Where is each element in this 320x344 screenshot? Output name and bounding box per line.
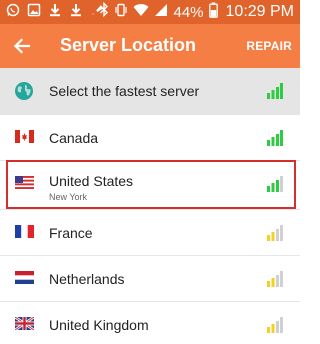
signal-strength-icon	[267, 317, 283, 333]
list-item-united-kingdom[interactable]: United Kingdom	[0, 302, 300, 344]
page-title: Server Location	[60, 35, 197, 55]
list-item-france[interactable]: France	[0, 210, 300, 256]
canada-flag-icon	[15, 130, 34, 143]
wifi-icon	[133, 3, 149, 22]
server-list: Select the fastest server Canada United …	[0, 68, 300, 344]
server-city: New York	[49, 192, 88, 202]
vibrate-icon	[114, 3, 128, 22]
app-bar: Server Location REPAIR	[0, 24, 300, 68]
status-bar: 44% 10:29 PM	[0, 0, 300, 24]
battery-icon	[208, 2, 218, 23]
signal-icon	[154, 3, 168, 22]
server-name: Netherlands	[49, 271, 125, 287]
bluetooth-icon	[99, 1, 109, 22]
clock: 10:29 PM	[225, 3, 294, 20]
download-icon	[69, 3, 83, 22]
list-item-fastest-server[interactable]: Select the fastest server	[0, 68, 300, 115]
repair-button[interactable]: REPAIR	[246, 39, 292, 53]
battery-percent: 44%	[173, 3, 204, 21]
signal-strength-icon	[267, 83, 283, 99]
list-item-united-states[interactable]: United States New York	[0, 161, 300, 210]
france-flag-icon	[15, 225, 34, 238]
signal-strength-icon	[267, 271, 283, 287]
signal-strength-icon	[267, 225, 283, 241]
server-name: Canada	[49, 130, 99, 146]
server-name: France	[49, 225, 93, 241]
system-icons: 44% 10:29 PM	[99, 1, 294, 23]
netherlands-flag-icon	[15, 271, 34, 284]
usa-flag-icon	[15, 176, 34, 189]
server-name: United States	[49, 173, 134, 189]
server-name: Select the fastest server	[49, 83, 200, 99]
whatsapp-icon	[6, 3, 20, 22]
arrow-back-icon	[13, 38, 31, 54]
globe-icon	[14, 81, 34, 101]
list-item-netherlands[interactable]: Netherlands	[0, 256, 300, 302]
server-name: United Kingdom	[49, 317, 149, 333]
download-icon	[48, 3, 62, 22]
uk-flag-icon	[15, 317, 34, 330]
list-item-canada[interactable]: Canada	[0, 115, 300, 161]
signal-strength-icon	[267, 130, 283, 146]
back-button[interactable]	[10, 34, 34, 58]
signal-strength-icon	[267, 176, 283, 192]
image-icon	[27, 3, 41, 22]
notification-icons	[6, 3, 104, 22]
